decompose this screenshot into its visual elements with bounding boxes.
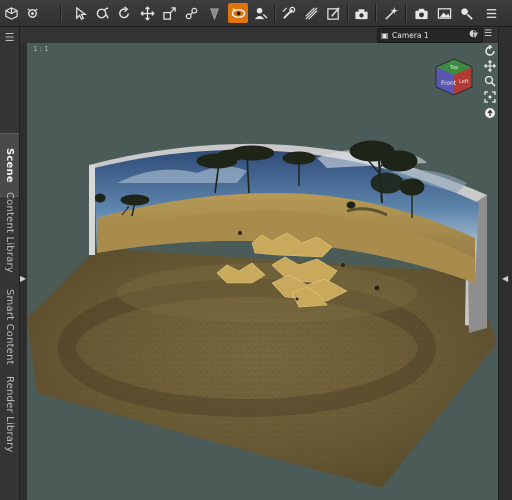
viewport-options-icon[interactable]: ☰ [482, 28, 494, 41]
render-settings-icon[interactable] [351, 3, 371, 23]
rotate-tool-icon[interactable] [114, 3, 134, 23]
camera-icon[interactable] [411, 3, 431, 23]
tab-smart-content-label: Smart Content [4, 289, 15, 365]
translate-tool-icon[interactable] [137, 3, 157, 23]
surface-selection-icon[interactable] [228, 3, 248, 23]
view-cube-left-label: Left [459, 79, 468, 85]
reset-view-icon[interactable] [483, 106, 497, 120]
draw-style-icon[interactable]: ◐ [467, 28, 479, 41]
zoom-icon[interactable] [483, 74, 497, 88]
viewport-left-gutter [20, 43, 27, 500]
node-weight-icon[interactable] [278, 3, 298, 23]
tab-render-library[interactable]: Render Library [0, 362, 19, 467]
geometry-editor-icon[interactable] [250, 3, 270, 23]
spot-render-icon[interactable] [204, 3, 224, 23]
scene-settings-icon[interactable] [22, 3, 42, 23]
viewport-header: ▣ Camera 1 ▼ ◐ ☰ [20, 27, 498, 44]
orbit-icon[interactable] [483, 44, 497, 58]
joint-editor-icon[interactable] [181, 3, 201, 23]
scene-render [27, 140, 497, 488]
viewport-settings-icon[interactable] [456, 3, 476, 23]
right-pane-strip [498, 27, 512, 500]
tab-content-library-label: Content Library [4, 191, 15, 273]
pan-icon[interactable] [483, 59, 497, 73]
camera-small-icon: ▣ [381, 31, 389, 40]
tab-content-library[interactable]: Content Library [0, 177, 19, 287]
view-cube-top-label: Top [449, 65, 458, 71]
scale-tool-icon[interactable] [159, 3, 179, 23]
new-scene-icon[interactable] [1, 3, 21, 23]
toolbar-more-icon[interactable] [481, 3, 501, 23]
left-tab-strip: ☰ Scene Content Library Smart Content Re… [0, 27, 20, 500]
collapse-left-icon[interactable]: ▶ [20, 274, 26, 283]
view-cube-front-label: Front [441, 80, 457, 87]
camera-select-label: Camera 1 [392, 31, 429, 40]
node-selection-icon[interactable] [70, 3, 90, 23]
universal-tool-icon[interactable] [92, 3, 112, 23]
view-cube[interactable]: Front Top Left [432, 55, 476, 99]
viewport[interactable]: 1 : 1 Front Top Left [27, 43, 498, 500]
collapse-right-icon[interactable]: ◀ [502, 274, 508, 283]
image-icon[interactable] [434, 3, 454, 23]
frame-icon[interactable] [483, 90, 497, 104]
pane-menu-icon[interactable]: ☰ [3, 32, 16, 43]
render-icon[interactable] [381, 3, 401, 23]
region-tool-icon[interactable] [323, 3, 343, 23]
tab-render-library-label: Render Library [4, 376, 15, 453]
edge-tool-icon[interactable] [301, 3, 321, 23]
main-toolbar [0, 0, 512, 27]
